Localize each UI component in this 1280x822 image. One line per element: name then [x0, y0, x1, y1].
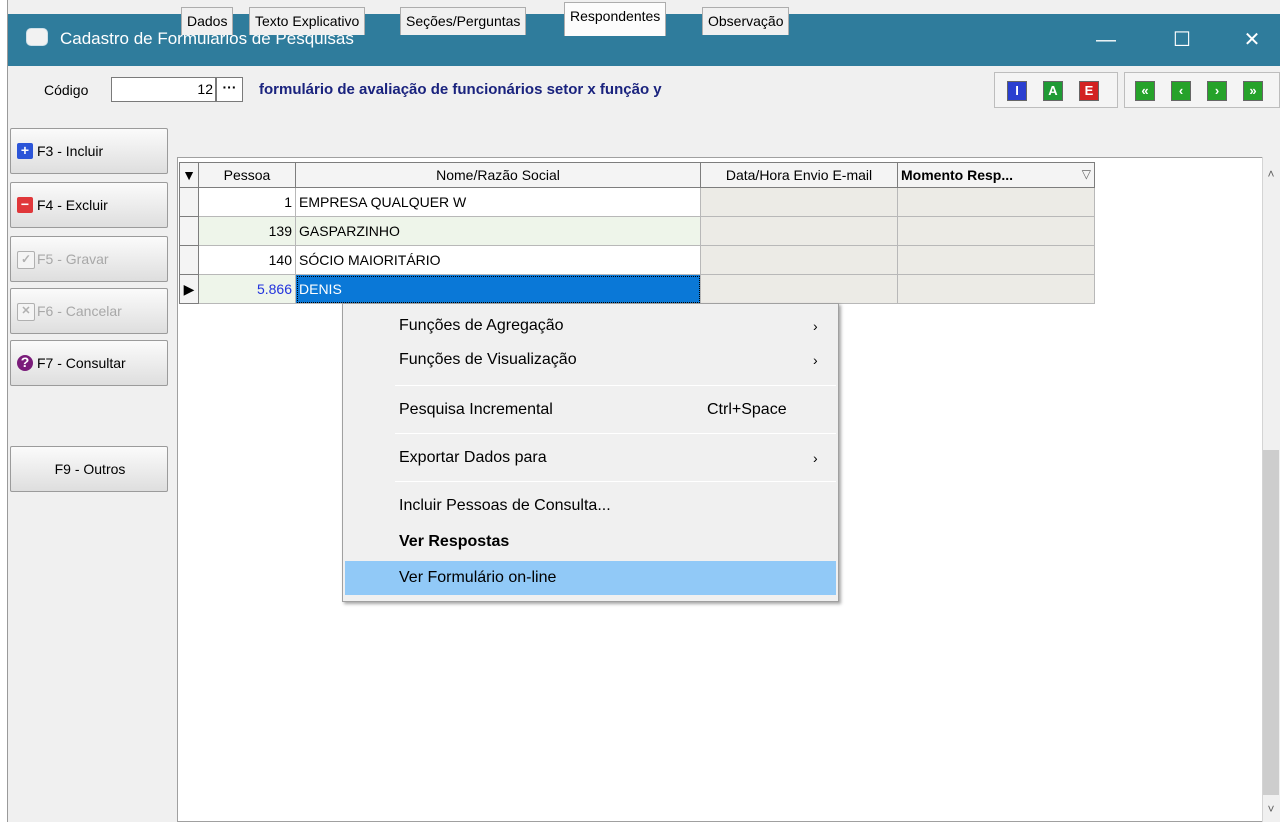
pessoa-cell[interactable]: 5.866 — [198, 274, 296, 304]
codigo-lookup-button[interactable]: ··· — [216, 77, 243, 102]
scrollbar-thumb[interactable] — [1263, 450, 1279, 795]
check-icon: ✓ — [17, 251, 35, 269]
momento-cell[interactable] — [897, 245, 1095, 275]
submenu-arrow-icon: › — [813, 450, 818, 466]
alter-record-button[interactable]: A — [1043, 81, 1063, 101]
momento-cell[interactable] — [897, 187, 1095, 217]
excluir-button[interactable]: − F4 - Excluir — [10, 182, 168, 228]
data-envio-cell[interactable] — [700, 245, 898, 275]
question-icon: ? — [17, 355, 33, 371]
app-icon — [26, 28, 48, 46]
menu-item-label: Funções de Agregação — [399, 317, 564, 334]
close-button[interactable]: ✕ — [1222, 14, 1280, 66]
maximize-button[interactable]: ☐ — [1152, 14, 1212, 66]
last-record-button[interactable]: » — [1243, 81, 1263, 101]
submenu-arrow-icon: › — [813, 318, 818, 334]
pessoa-cell[interactable]: 139 — [198, 216, 296, 246]
menu-item-incluir-pessoas[interactable]: Incluir Pessoas de Consulta... — [345, 489, 836, 523]
first-record-button[interactable]: « — [1135, 81, 1155, 101]
row-indicator — [179, 216, 199, 246]
menu-separator — [395, 481, 836, 482]
menu-item-funcoes-visualizacao[interactable]: Funções de Visualização › — [345, 343, 836, 377]
table-row[interactable]: 140 SÓCIO MAIORITÁRIO — [179, 245, 1095, 275]
data-envio-cell[interactable] — [700, 187, 898, 217]
incluir-label: F3 - Incluir — [37, 143, 104, 159]
excluir-label: F4 - Excluir — [37, 197, 108, 213]
menu-item-label: Incluir Pessoas de Consulta... — [399, 497, 611, 514]
scroll-up-icon[interactable]: ˄ — [1262, 165, 1280, 183]
table-row[interactable]: 139 GASPARZINHO — [179, 216, 1095, 246]
column-header-data-envio[interactable]: Data/Hora Envio E-mail — [700, 162, 898, 188]
edit-toolbar: I A E — [994, 72, 1118, 108]
codigo-label: Código — [44, 82, 89, 98]
menu-item-label: Ver Respostas — [399, 533, 510, 550]
tab-secoes-perguntas[interactable]: Seções/Perguntas — [400, 7, 527, 35]
row-indicator — [179, 245, 199, 275]
navigation-toolbar: « ‹ › » — [1124, 72, 1280, 108]
codigo-input[interactable]: 12 — [111, 77, 216, 102]
outros-button[interactable]: F9 - Outros — [10, 446, 168, 492]
momento-cell[interactable] — [897, 274, 1095, 304]
tab-observacao[interactable]: Observação — [702, 7, 790, 35]
tab-respondentes[interactable]: Respondentes — [564, 2, 667, 36]
respondentes-grid: ▼ Pessoa Nome/Razão Social Data/Hora Env… — [179, 162, 1095, 304]
sort-indicator-icon: ▽ — [1081, 167, 1091, 181]
column-header-pessoa[interactable]: Pessoa — [198, 162, 296, 188]
nome-cell[interactable]: DENIS — [295, 274, 701, 304]
cancelar-label: F6 - Cancelar — [37, 303, 122, 319]
table-row[interactable]: 1 EMPRESA QUALQUER W — [179, 187, 1095, 217]
menu-item-ver-respostas[interactable]: Ver Respostas — [345, 525, 836, 559]
menu-item-ver-formulario-online[interactable]: Ver Formulário on-line — [345, 561, 836, 595]
minimize-button[interactable]: — — [1076, 14, 1136, 66]
menu-separator — [395, 385, 836, 386]
data-envio-cell[interactable] — [700, 274, 898, 304]
submenu-arrow-icon: › — [813, 352, 818, 368]
grid-header-marker[interactable]: ▼ — [179, 162, 199, 188]
menu-item-label: Ver Formulário on-line — [399, 569, 557, 586]
column-header-momento-resposta[interactable]: Momento Resp... ▽ — [897, 162, 1095, 188]
consultar-label: F7 - Consultar — [37, 355, 126, 371]
window-left-edge — [0, 0, 8, 822]
menu-item-label: Funções de Visualização — [399, 351, 577, 368]
context-menu: Funções de Agregação › Funções de Visual… — [342, 303, 839, 602]
insert-record-button[interactable]: I — [1007, 81, 1027, 101]
menu-item-shortcut: Ctrl+Space — [707, 401, 787, 418]
form-title: formulário de avaliação de funcionários … — [259, 81, 662, 98]
menu-item-label: Pesquisa Incremental — [399, 401, 553, 418]
tab-texto-explicativo[interactable]: Texto Explicativo — [249, 7, 366, 35]
previous-record-button[interactable]: ‹ — [1171, 81, 1191, 101]
menu-item-pesquisa-incremental[interactable]: Pesquisa Incremental Ctrl+Space — [345, 393, 836, 427]
nome-cell[interactable]: EMPRESA QUALQUER W — [295, 187, 701, 217]
cancel-icon: ✕ — [17, 303, 35, 321]
outros-label: F9 - Outros — [54, 461, 126, 477]
nome-cell[interactable]: GASPARZINHO — [295, 216, 701, 246]
consultar-button[interactable]: ? F7 - Consultar — [10, 340, 168, 386]
gravar-button[interactable]: ✓ F5 - Gravar — [10, 236, 168, 282]
minus-icon: − — [17, 197, 33, 213]
scroll-down-icon[interactable]: ˅ — [1262, 800, 1280, 818]
nome-cell[interactable]: SÓCIO MAIORITÁRIO — [295, 245, 701, 275]
menu-separator — [395, 433, 836, 434]
incluir-button[interactable]: + F3 - Incluir — [10, 128, 168, 174]
gravar-label: F5 - Gravar — [37, 251, 109, 267]
row-indicator — [179, 187, 199, 217]
table-row-selected[interactable]: ▶ 5.866 DENIS — [179, 274, 1095, 304]
pessoa-cell[interactable]: 140 — [198, 245, 296, 275]
next-record-button[interactable]: › — [1207, 81, 1227, 101]
pessoa-cell[interactable]: 1 — [198, 187, 296, 217]
plus-icon: + — [17, 143, 33, 159]
column-header-nome[interactable]: Nome/Razão Social — [295, 162, 701, 188]
menu-item-label: Exportar Dados para — [399, 449, 547, 466]
menu-item-funcoes-agregacao[interactable]: Funções de Agregação › — [345, 309, 836, 343]
momento-cell[interactable] — [897, 216, 1095, 246]
menu-item-exportar-dados[interactable]: Exportar Dados para › — [345, 441, 836, 475]
tab-dados[interactable]: Dados — [181, 7, 234, 35]
delete-record-button[interactable]: E — [1079, 81, 1099, 101]
momento-header-label: Momento Resp... — [901, 167, 1014, 183]
current-row-arrow-icon: ▶ — [179, 274, 199, 304]
data-envio-cell[interactable] — [700, 216, 898, 246]
cancelar-button[interactable]: ✕ F6 - Cancelar — [10, 288, 168, 334]
